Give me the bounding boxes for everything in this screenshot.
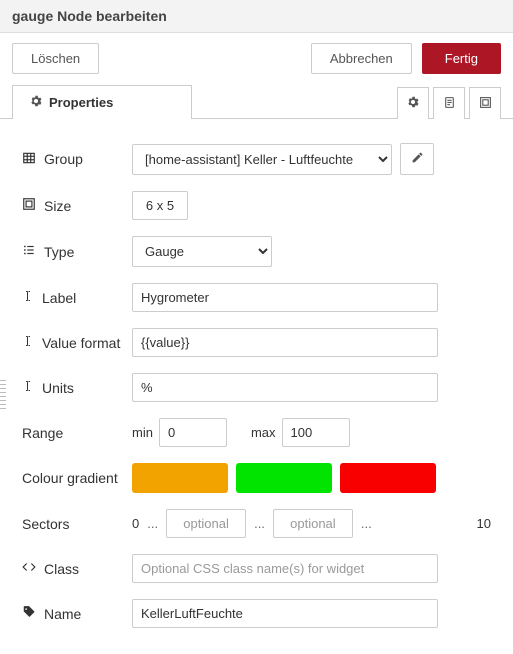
tab-properties-label: Properties <box>49 95 113 110</box>
label-units: Units <box>22 379 132 396</box>
gear-icon <box>406 95 420 112</box>
dots-2: ... <box>254 516 265 531</box>
list-icon <box>22 243 36 260</box>
row-group: Group [home-assistant] Keller - Luftfeuc… <box>22 143 491 175</box>
row-units: Units <box>22 373 491 402</box>
label-value-format: Value format <box>22 334 132 351</box>
label-label-text: Label <box>42 290 76 306</box>
label-size: Size <box>22 197 132 214</box>
sectors-start-value: 0 <box>132 516 139 531</box>
row-sectors: Sectors 0 ... ... ... 10 <box>22 509 491 538</box>
layout-tab-button[interactable] <box>469 87 501 119</box>
name-label-text: Name <box>44 606 81 622</box>
dots-3: ... <box>361 516 372 531</box>
label-range: Range <box>22 425 132 441</box>
value-format-input[interactable] <box>132 328 438 357</box>
cancel-button[interactable]: Abbrechen <box>311 43 412 74</box>
gear-icon <box>29 94 43 111</box>
edit-group-button[interactable] <box>400 143 434 175</box>
delete-button[interactable]: Löschen <box>12 43 99 74</box>
type-select[interactable]: Gauge <box>132 236 272 267</box>
settings-tab-button[interactable] <box>397 87 429 119</box>
colour-swatch-2[interactable] <box>236 463 332 493</box>
grid-icon <box>22 151 36 168</box>
sectors-opt1-input[interactable] <box>166 509 246 538</box>
range-min-label: min <box>132 425 153 440</box>
size-icon <box>22 197 36 214</box>
class-label-text: Class <box>44 561 79 577</box>
button-bar: Löschen Abbrechen Fertig <box>0 33 513 84</box>
tab-properties[interactable]: Properties <box>12 85 192 119</box>
row-colour-gradient: Colour gradient <box>22 463 491 493</box>
row-name: Name <box>22 599 491 628</box>
range-label-text: Range <box>22 425 63 441</box>
range-min-input[interactable] <box>159 418 227 447</box>
label-sectors: Sectors <box>22 516 132 532</box>
class-input[interactable] <box>132 554 438 583</box>
units-label-text: Units <box>42 380 74 396</box>
sectors-end-value: 10 <box>477 516 491 531</box>
dialog-title: gauge Node bearbeiten <box>0 0 513 33</box>
text-cursor-icon <box>22 334 34 351</box>
label-class: Class <box>22 560 132 577</box>
dots-1: ... <box>147 516 158 531</box>
label-label: Label <box>22 289 132 306</box>
layout-icon <box>479 96 492 112</box>
tag-icon <box>22 605 36 622</box>
sectors-label-text: Sectors <box>22 516 69 532</box>
docs-tab-button[interactable] <box>433 87 465 119</box>
label-type: Type <box>22 243 132 260</box>
range-max-input[interactable] <box>282 418 350 447</box>
colour-swatch-1[interactable] <box>132 463 228 493</box>
form-body: Group [home-assistant] Keller - Luftfeuc… <box>0 119 513 654</box>
text-cursor-icon <box>22 379 34 396</box>
group-label-text: Group <box>44 151 83 167</box>
row-label: Label <box>22 283 491 312</box>
colour-gradient-label-text: Colour gradient <box>22 470 118 486</box>
done-button[interactable]: Fertig <box>422 43 501 74</box>
name-input[interactable] <box>132 599 438 628</box>
range-max-label: max <box>251 425 276 440</box>
label-group: Group <box>22 151 132 168</box>
value-format-label-text: Value format <box>42 335 120 351</box>
group-select[interactable]: [home-assistant] Keller - Luftfeuchte <box>132 144 392 175</box>
row-type: Type Gauge <box>22 236 491 267</box>
sectors-opt2-input[interactable] <box>273 509 353 538</box>
label-input[interactable] <box>132 283 438 312</box>
text-cursor-icon <box>22 289 34 306</box>
row-class: Class <box>22 554 491 583</box>
units-input[interactable] <box>132 373 438 402</box>
row-range: Range min max <box>22 418 491 447</box>
label-colour-gradient: Colour gradient <box>22 470 132 486</box>
label-name: Name <box>22 605 132 622</box>
colour-swatch-3[interactable] <box>340 463 436 493</box>
resize-handle[interactable] <box>0 380 6 410</box>
size-input[interactable] <box>132 191 188 220</box>
document-icon <box>443 96 456 112</box>
code-icon <box>22 560 36 577</box>
tabs-row: Properties <box>0 84 513 119</box>
size-label-text: Size <box>44 198 71 214</box>
pencil-icon <box>411 151 424 167</box>
row-value-format: Value format <box>22 328 491 357</box>
type-label-text: Type <box>44 244 74 260</box>
row-size: Size <box>22 191 491 220</box>
